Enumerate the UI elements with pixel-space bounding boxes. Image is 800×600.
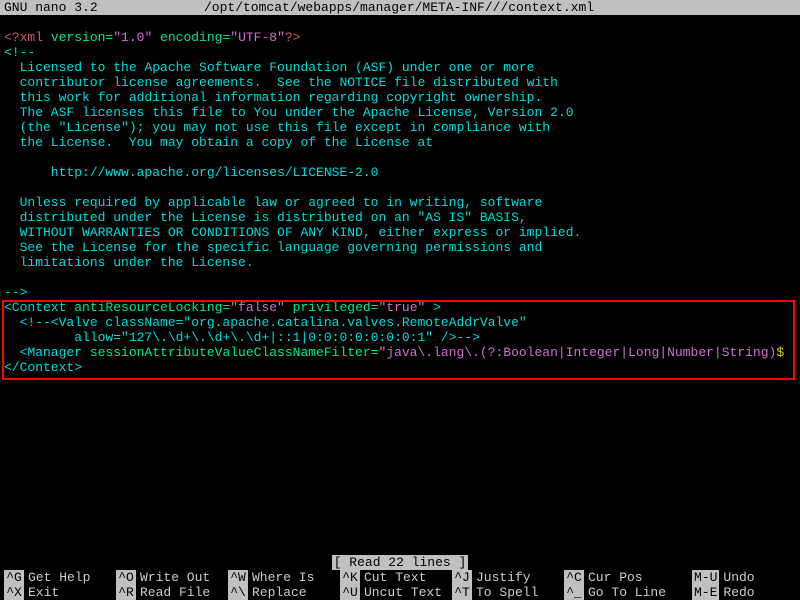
valve-comment-1: <!--<Valve className="org.apache.catalin… — [4, 315, 527, 330]
title-bar: GNU nano 3.2 /opt/tomcat/webapps/manager… — [0, 0, 800, 15]
shortcut-item: ^R Read File — [116, 585, 228, 600]
shortcut-key: ^C — [564, 570, 584, 585]
license-line: (the "License"); you may not use this fi… — [4, 120, 796, 135]
shortcut-label: Get Help — [28, 570, 90, 585]
shortcut-item: ^\ Replace — [228, 585, 340, 600]
shortcut-label: Exit — [28, 585, 59, 600]
shortcut-key: ^K — [340, 570, 360, 585]
shortcut-key: ^X — [4, 585, 24, 600]
context-open: <Context — [4, 300, 66, 315]
license-line: The ASF licenses this file to You under … — [4, 105, 796, 120]
shortcut-item: ^T To Spell — [452, 585, 564, 600]
shortcut-item: ^U Uncut Text — [340, 585, 452, 600]
license-line: Licensed to the Apache Software Foundati… — [4, 60, 796, 75]
shortcut-label: Redo — [723, 585, 754, 600]
context-close: </Context> — [4, 360, 82, 375]
shortcut-label: To Spell — [476, 585, 538, 600]
shortcut-key: ^\ — [228, 585, 248, 600]
license-line: contributor license agreements. See the … — [4, 75, 796, 90]
shortcut-label: Read File — [140, 585, 210, 600]
shortcut-key: ^G — [4, 570, 24, 585]
shortcut-label: Write Out — [140, 570, 210, 585]
license-line: Unless required by applicable law or agr… — [4, 195, 796, 210]
comment-open: <!-- — [4, 45, 35, 60]
shortcut-bar: ^G Get Help ^O Write Out ^W Where Is ^K Cut Tex… — [0, 570, 800, 600]
shortcut-item: ^W Where Is — [228, 570, 340, 585]
license-line: this work for additional information reg… — [4, 90, 796, 105]
app-name: GNU nano 3.2 — [4, 0, 204, 15]
shortcut-item: ^K Cut Text — [340, 570, 452, 585]
shortcut-key: M-E — [692, 585, 719, 600]
shortcut-item: ^G Get Help — [4, 570, 116, 585]
license-block: Licensed to the Apache Software Foundati… — [4, 60, 796, 270]
shortcut-item: ^O Write Out — [116, 570, 228, 585]
valve-comment-2: allow="127\.\d+\.\d+\.\d+|::1|0:0:0:0:0:… — [4, 330, 480, 345]
license-line: limitations under the License. — [4, 255, 796, 270]
license-line: See the License for the specific languag… — [4, 240, 796, 255]
license-line: the License. You may obtain a copy of th… — [4, 135, 796, 150]
shortcut-item: ^X Exit — [4, 585, 116, 600]
line-continuation-icon: $ — [776, 345, 784, 360]
status-line: [ Read 22 lines ] — [0, 555, 800, 570]
shortcut-key: ^J — [452, 570, 472, 585]
shortcut-label: Undo — [723, 570, 754, 585]
shortcut-label: Go To Line — [588, 585, 666, 600]
comment-close: --> — [4, 285, 27, 300]
shortcut-label: Cur Pos — [588, 570, 643, 585]
license-line: distributed under the License is distrib… — [4, 210, 796, 225]
shortcut-key: ^R — [116, 585, 136, 600]
xml-decl-open: <?xml — [4, 30, 43, 45]
editor-area[interactable]: <?xml version="1.0" encoding="UTF-8"?> <… — [0, 15, 800, 375]
status-text: [ Read 22 lines ] — [332, 555, 469, 570]
shortcut-key: ^W — [228, 570, 248, 585]
shortcut-label: Where Is — [252, 570, 314, 585]
license-line: http://www.apache.org/licenses/LICENSE-2… — [4, 165, 796, 180]
shortcut-key: ^T — [452, 585, 472, 600]
shortcut-item: ^_ Go To Line — [564, 585, 692, 600]
shortcut-key: ^U — [340, 585, 360, 600]
shortcut-label: Justify — [476, 570, 531, 585]
manager-open: <Manager — [4, 345, 82, 360]
license-line — [4, 180, 796, 195]
shortcut-item: M-E Redo — [692, 585, 772, 600]
file-path: /opt/tomcat/webapps/manager/META-INF///c… — [204, 0, 796, 15]
license-line: WITHOUT WARRANTIES OR CONDITIONS OF ANY … — [4, 225, 796, 240]
shortcut-item: ^C Cur Pos — [564, 570, 692, 585]
shortcut-label: Replace — [252, 585, 307, 600]
shortcut-key: ^O — [116, 570, 136, 585]
shortcut-key: ^_ — [564, 585, 584, 600]
license-line — [4, 150, 796, 165]
shortcut-item: ^J Justify — [452, 570, 564, 585]
shortcut-item: M-U Undo — [692, 570, 772, 585]
shortcut-label: Cut Text — [364, 570, 426, 585]
shortcut-label: Uncut Text — [364, 585, 442, 600]
shortcut-key: M-U — [692, 570, 719, 585]
